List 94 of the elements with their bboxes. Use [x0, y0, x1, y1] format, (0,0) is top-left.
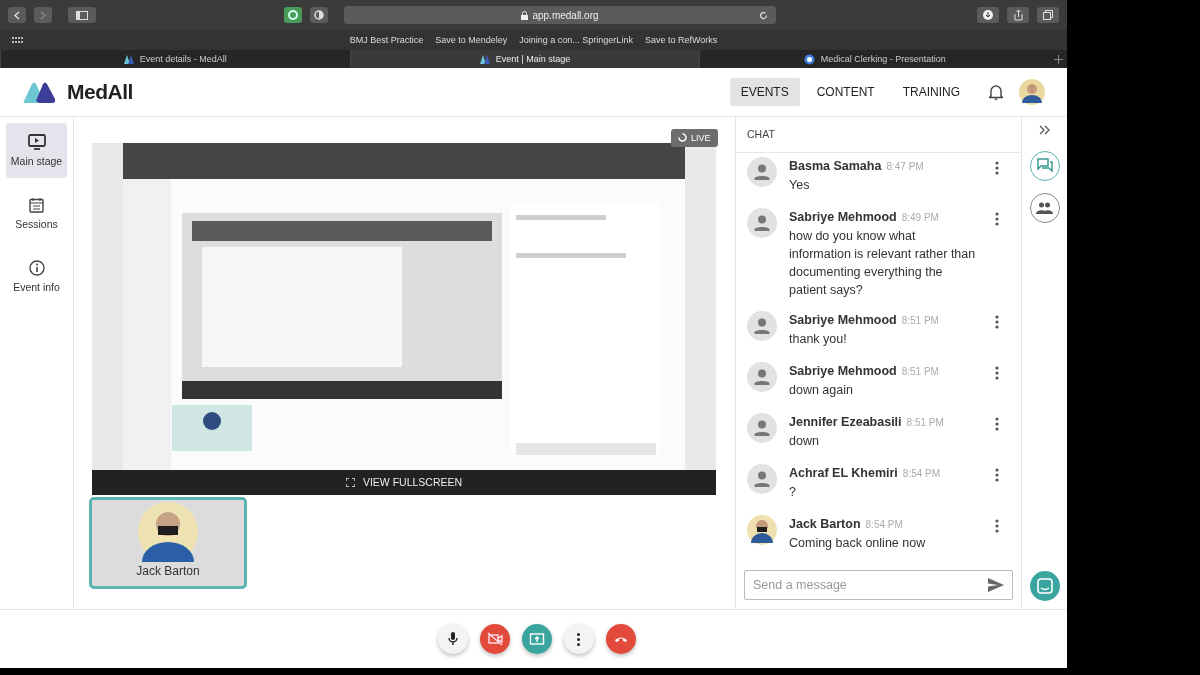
chevron-left-icon	[14, 10, 20, 20]
browser-tab[interactable]: Medical Clerking - Presentation	[699, 50, 1049, 68]
avatar[interactable]	[1019, 78, 1045, 105]
bookmark-link[interactable]: BMJ Best Practice	[349, 35, 424, 45]
message-time: 8:51 PM	[906, 415, 944, 430]
message-text: how do you know what information is relevant rather than documenting everything the patient says?	[789, 227, 977, 299]
more-icon[interactable]	[995, 314, 999, 329]
avatar	[747, 310, 777, 341]
more-icon[interactable]	[995, 467, 999, 482]
download-icon[interactable]	[977, 7, 999, 23]
hang-up-button[interactable]	[605, 624, 636, 655]
more-button[interactable]	[563, 624, 594, 655]
sidebar-icon	[76, 10, 88, 20]
message-text: Coming back online now	[789, 534, 927, 552]
message-field[interactable]: Send a message	[744, 570, 1013, 601]
logo-icon	[22, 80, 57, 103]
message-text: ?	[789, 483, 797, 501]
logo-icon	[479, 54, 490, 64]
reload-icon[interactable]	[759, 10, 768, 20]
avatar	[747, 412, 777, 443]
message-text: down	[789, 432, 820, 450]
sidebar-button[interactable]	[68, 7, 96, 23]
lock-icon	[521, 10, 529, 20]
browser-tab[interactable]: Event | Main stage	[349, 50, 700, 68]
spinner-icon	[678, 133, 687, 143]
participant-tile[interactable]: Jack Barton	[89, 496, 247, 589]
sidebar-item[interactable]: Main stage	[6, 122, 67, 178]
sender-name: Basma Samaha	[789, 157, 882, 175]
live-badge: LIVE	[671, 128, 718, 147]
hang-up-icon	[614, 635, 627, 643]
message-time: 8:54 PM	[865, 517, 903, 532]
camera-off-icon	[486, 631, 503, 648]
logo-icon	[123, 54, 134, 64]
sender-name: Jack Barton	[789, 515, 861, 533]
back-button[interactable]	[8, 7, 26, 23]
sender-name: Achraf EL Khemiri	[789, 464, 898, 482]
avatar	[747, 463, 777, 494]
avatar	[747, 514, 777, 545]
message-time: 8:51 PM	[901, 313, 939, 328]
message-text: down again	[789, 381, 854, 399]
globe-icon	[803, 53, 815, 65]
sidebar-item[interactable]: Sessions	[6, 185, 67, 241]
collapse-icon[interactable]	[1039, 124, 1050, 135]
microphone-button[interactable]	[437, 624, 468, 655]
nav-tab[interactable]: CONTENT	[805, 77, 886, 106]
send-icon[interactable]	[988, 578, 1004, 593]
calendar-icon	[29, 196, 44, 213]
address-bar[interactable]: app.medall.org	[344, 6, 776, 24]
message-time: 8:49 PM	[901, 210, 939, 225]
message-time: 8:47 PM	[886, 159, 924, 174]
chat-title: CHAT	[736, 116, 1021, 153]
nav-tab[interactable]: TRAINING	[891, 77, 971, 106]
avatar	[747, 207, 777, 238]
sender-name: Sabriye Mehmood	[789, 208, 897, 226]
share-screen-icon	[528, 631, 545, 648]
bookmark-link[interactable]: Joining a con... SpringerLink	[519, 35, 633, 45]
message-time: 8:51 PM	[901, 364, 939, 379]
sender-name: Sabriye Mehmood	[789, 362, 897, 380]
extension-icon[interactable]	[284, 7, 302, 23]
people-icon	[1036, 201, 1053, 214]
bell-icon[interactable]	[989, 83, 1003, 100]
grid-icon[interactable]	[12, 36, 23, 44]
more-icon[interactable]	[995, 365, 999, 380]
more-icon	[577, 632, 580, 646]
bookmark-link[interactable]: Save to RefWorks	[644, 35, 718, 45]
nav-tab[interactable]: EVENTS	[729, 77, 800, 106]
more-icon[interactable]	[995, 211, 999, 226]
chat-icon	[1036, 158, 1053, 174]
chat-bubble-icon	[1036, 578, 1053, 595]
info-icon	[28, 259, 45, 276]
share-icon[interactable]	[1007, 7, 1029, 23]
message-time: 8:54 PM	[902, 466, 941, 481]
sender-name: Sabriye Mehmood	[789, 311, 897, 329]
sender-name: Jennifer Ezeabasili	[789, 413, 902, 431]
participant-name: Jack Barton	[136, 562, 200, 580]
more-icon[interactable]	[995, 160, 999, 175]
avatar	[747, 361, 777, 392]
screen-play-icon	[27, 133, 46, 150]
fullscreen-icon	[345, 477, 355, 487]
share-screen-button[interactable]	[521, 624, 552, 655]
message-text: thank you!	[789, 330, 848, 348]
camera-off-button[interactable]	[479, 624, 510, 655]
message-text: Yes	[789, 176, 811, 194]
bookmark-link[interactable]: Save to Mendeley	[435, 35, 508, 45]
chat-bubble-button[interactable]	[1029, 571, 1060, 602]
more-icon[interactable]	[995, 416, 999, 431]
fullscreen-button[interactable]: VIEW FULLSCREEN	[92, 469, 716, 495]
more-icon[interactable]	[995, 518, 999, 533]
avatar	[747, 156, 777, 187]
chevron-right-icon	[40, 10, 46, 20]
browser-tab[interactable]: Event details - MedAll	[0, 50, 350, 68]
tabs-icon[interactable]	[1037, 7, 1059, 23]
sidebar-item[interactable]: Event info	[6, 248, 67, 304]
brand-name: MedAll	[67, 79, 133, 104]
